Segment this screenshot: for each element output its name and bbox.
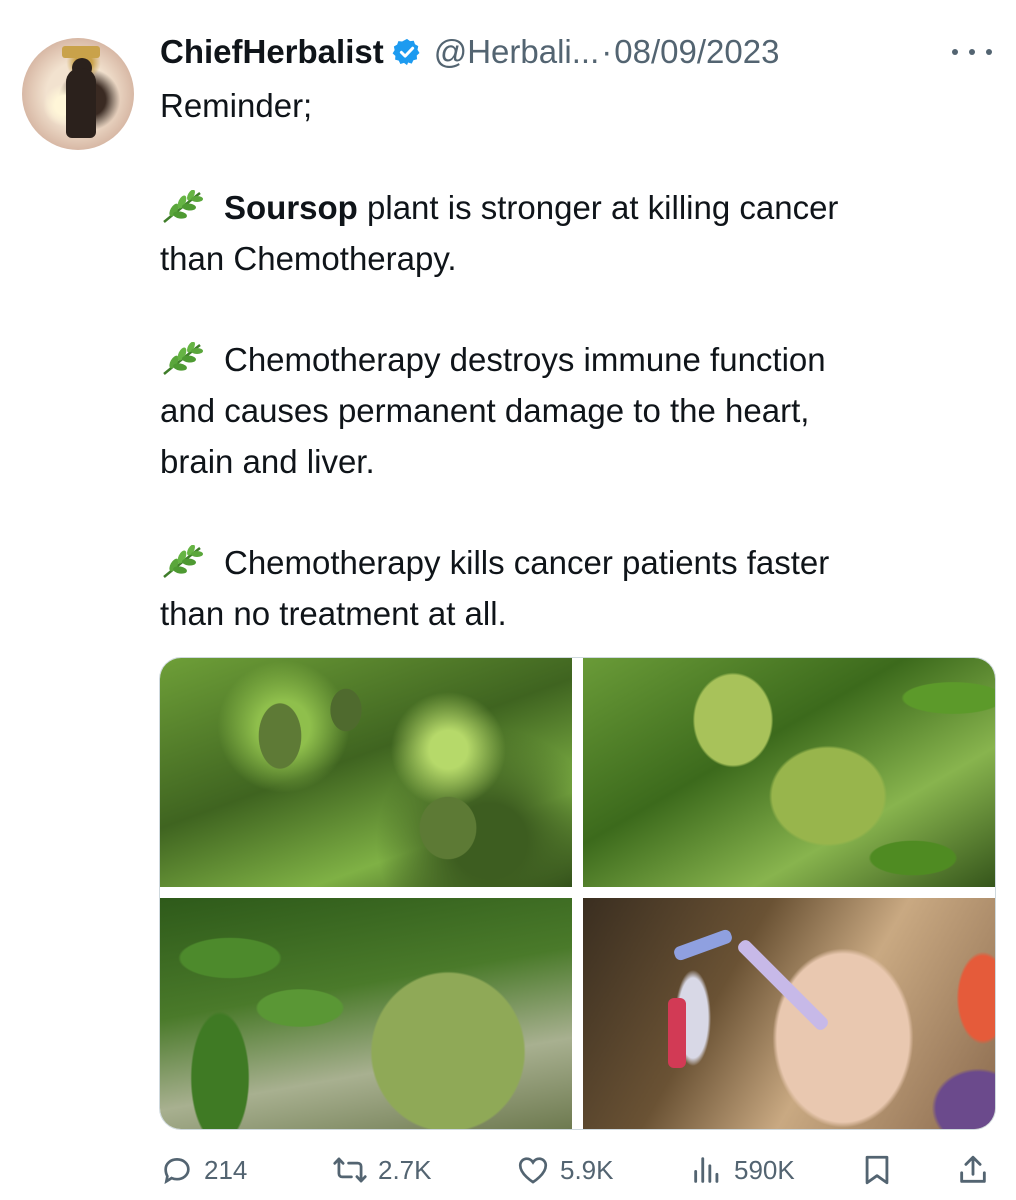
views-chart-icon — [694, 1157, 719, 1183]
views-button[interactable]: 590K — [690, 1148, 795, 1192]
reply-icon — [164, 1158, 190, 1185]
paragraph-2-text-b: and causes permanent damage to the heart… — [160, 392, 810, 429]
tweet-header: ChiefHerbalist @Herbali... · 08/09/2023 — [160, 30, 779, 74]
reply-button[interactable]: 214 — [160, 1148, 247, 1192]
repost-button[interactable]: 2.7K — [332, 1148, 432, 1192]
avatar-crown — [62, 46, 100, 58]
media-image-soursop-tree[interactable] — [160, 658, 572, 887]
header-separator: · — [601, 33, 613, 70]
paragraph-2: Chemotherapy destroys immune function — [160, 334, 980, 385]
views-count: 590K — [734, 1154, 795, 1185]
share-icon — [960, 1155, 986, 1183]
like-button[interactable]: 5.9K — [516, 1148, 614, 1192]
repost-icon — [333, 1157, 367, 1183]
tweet-date[interactable]: 08/09/2023 — [614, 33, 779, 71]
media-grid — [159, 657, 996, 1130]
paragraph-3: Chemotherapy kills cancer patients faste… — [160, 537, 980, 588]
reply-count: 214 — [204, 1154, 248, 1185]
like-count: 5.9K — [560, 1154, 614, 1185]
verified-badge-icon[interactable] — [392, 37, 422, 67]
bold-soursop: Soursop — [224, 189, 358, 226]
paragraph-1-text-a: plant is stronger at killing cancer — [357, 189, 839, 226]
iv-valve — [668, 998, 686, 1068]
heart-icon — [518, 1157, 548, 1184]
paragraph-1-text-b: than Chemotherapy. — [160, 240, 457, 277]
share-button[interactable] — [956, 1148, 990, 1192]
paragraph-1: Soursop plant is stronger at killing can… — [160, 182, 980, 233]
paragraph-2-text-a: Chemotherapy destroys immune function — [224, 341, 826, 378]
more-dot — [952, 49, 958, 55]
bookmark-icon — [865, 1155, 889, 1185]
media-image-soursop-fruits[interactable] — [583, 658, 995, 887]
paragraph-3-text-a: Chemotherapy kills cancer patients faste… — [224, 544, 830, 581]
avatar[interactable] — [22, 38, 134, 150]
media-image-soursop-large-fruit[interactable] — [160, 898, 572, 1129]
iv-connector — [672, 928, 734, 962]
action-bar: 214 2.7K 5.9K 590K — [160, 1148, 1000, 1192]
herb-icon — [163, 342, 203, 375]
more-dot — [986, 49, 992, 55]
media-image-iv-drip-hand[interactable] — [583, 898, 995, 1129]
repost-count: 2.7K — [378, 1154, 432, 1185]
author-name[interactable]: ChiefHerbalist — [160, 33, 384, 71]
herb-icon — [163, 190, 203, 223]
paragraph-3-text-b: than no treatment at all. — [160, 595, 507, 632]
author-handle[interactable]: @Herbali... — [434, 33, 600, 71]
tweet-text: Reminder; Soursop plant is stronger at k… — [160, 80, 980, 639]
bookmark-button[interactable] — [860, 1148, 894, 1192]
tweet-intro: Reminder; — [160, 87, 313, 124]
more-options-icon[interactable] — [952, 42, 992, 62]
iv-line — [735, 937, 831, 1033]
herb-icon — [163, 545, 203, 578]
more-dot — [969, 49, 975, 55]
paragraph-2-text-c: brain and liver. — [160, 443, 375, 480]
avatar-figure — [66, 68, 96, 138]
